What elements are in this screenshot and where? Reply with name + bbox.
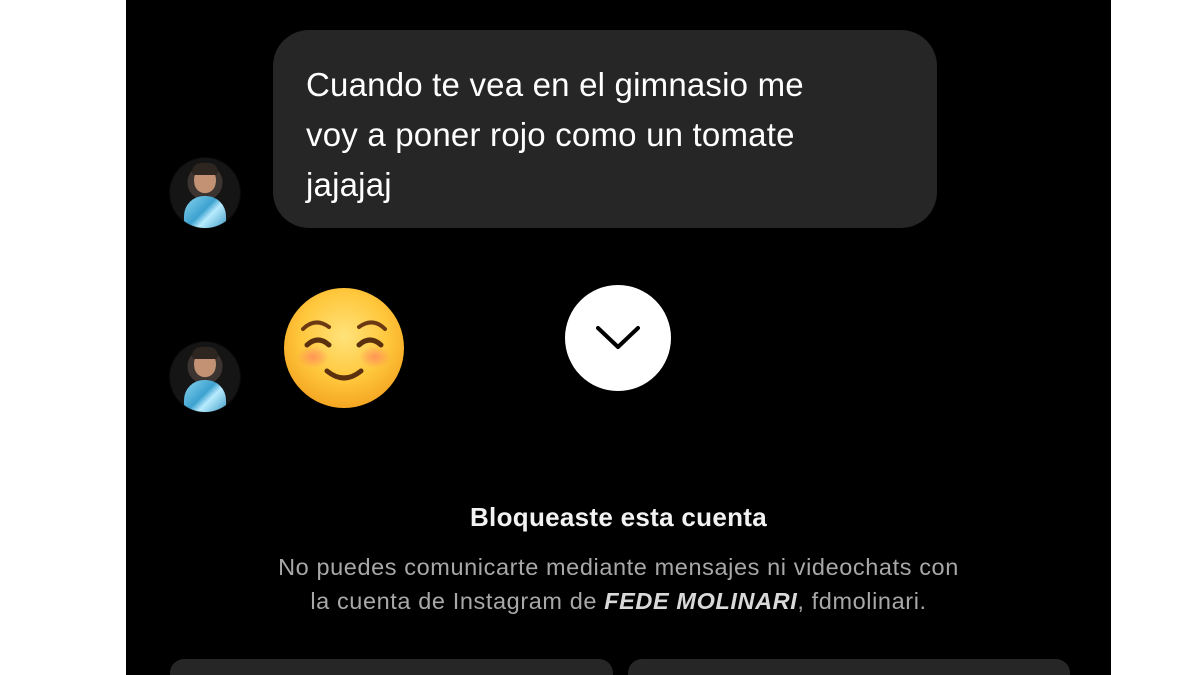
delete-chat-button[interactable] [170,659,613,675]
account-display-name: FEDE MOLINARI [604,588,798,614]
avatar-shirt [184,380,226,412]
unblock-button[interactable] [628,659,1070,675]
avatar-hair [192,163,218,175]
blocked-description-line: No puedes comunicarte mediante mensajes … [278,554,959,580]
message-line: jajajaj [306,166,392,203]
message-bubble[interactable]: Cuando te vea en el gimnasio me voy a po… [273,30,937,228]
avatar-shirt [184,196,226,228]
avatar-hair [192,347,218,359]
blocked-description: No puedes comunicarte mediante mensajes … [166,550,1071,618]
instagram-dm-screen: Cuando te vea en el gimnasio me voy a po… [126,0,1111,675]
avatar[interactable] [170,158,240,228]
description-suffix: , fdmolinari. [797,588,927,614]
chevron-down-icon [596,326,640,349]
smiling-face-emoji-icon[interactable] [281,285,407,411]
message-line: voy a poner rojo como un tomate [306,116,795,153]
description-prefix: la cuenta de Instagram de [310,588,598,614]
scroll-down-button[interactable] [565,285,671,391]
message-line: Cuando te vea en el gimnasio me [306,66,804,103]
blocked-description-line: la cuenta de Instagram de FEDE MOLINARI,… [166,584,1071,618]
avatar[interactable] [170,342,240,412]
blocked-title: Bloqueaste esta cuenta [469,502,768,532]
